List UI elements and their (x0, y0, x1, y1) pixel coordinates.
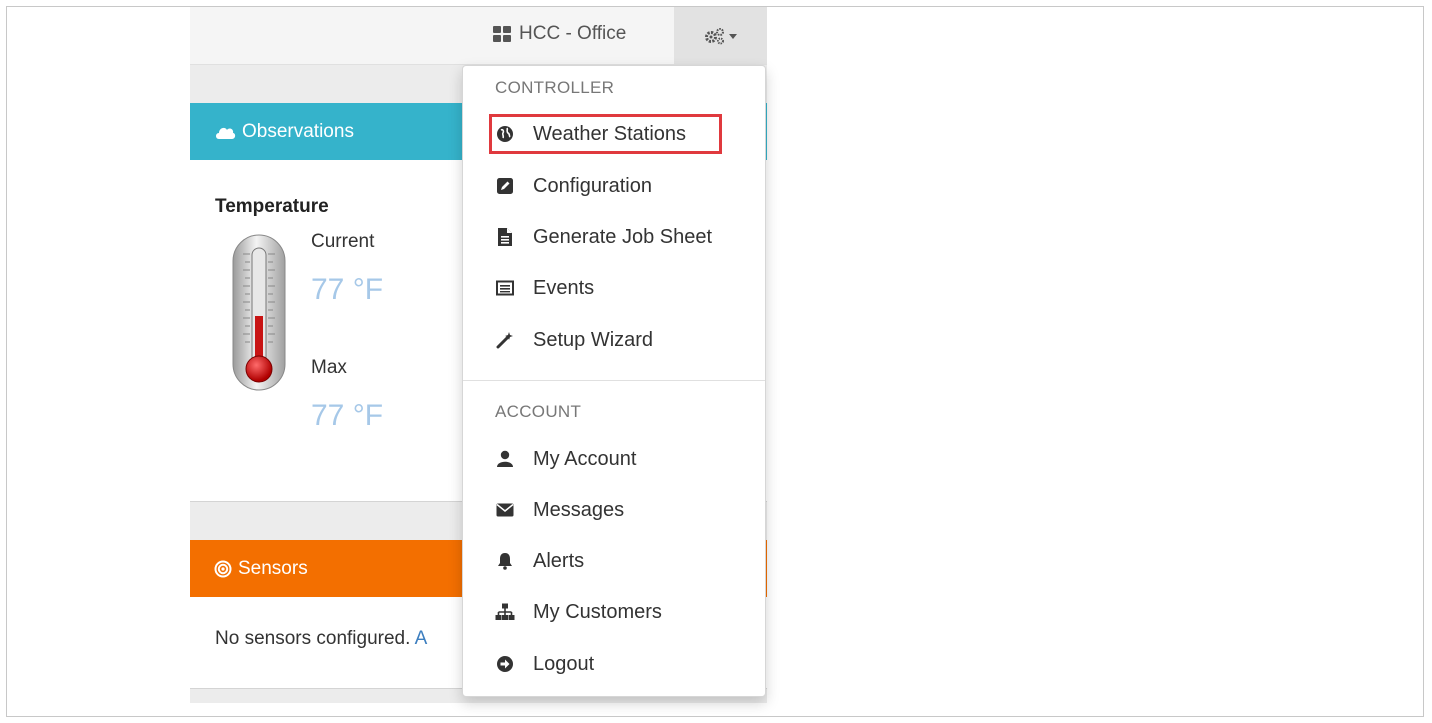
user-icon (494, 448, 516, 470)
menu-item-label: Setup Wizard (533, 328, 654, 351)
sensors-empty-text: No sensors configured. (215, 628, 411, 649)
menu-divider (463, 380, 765, 381)
menu-item-label: Events (533, 276, 595, 299)
bell-icon (494, 550, 516, 572)
file-icon (494, 226, 516, 248)
current-temp-label: Current (311, 231, 375, 252)
menu-item-setup-wizard[interactable]: Setup Wizard (463, 320, 765, 360)
menu-item-messages[interactable]: Messages (463, 490, 765, 530)
highlight-annotation (489, 114, 722, 154)
controller-section-header: CONTROLLER (495, 78, 615, 97)
current-temp-value: 77 °F (311, 273, 384, 306)
menu-item-label: Alerts (533, 549, 585, 572)
settings-dropdown-toggle[interactable] (674, 7, 767, 64)
menu-item-my-customers[interactable]: My Customers (463, 592, 765, 632)
cloud-icon (216, 127, 236, 139)
logout-icon (494, 653, 516, 675)
menu-item-alerts[interactable]: Alerts (463, 541, 765, 581)
list-icon (494, 277, 516, 299)
sitemap-icon (494, 601, 516, 623)
target-icon (214, 560, 232, 577)
account-section-header: ACCOUNT (495, 402, 582, 421)
add-sensor-link[interactable]: A (415, 628, 428, 649)
grid-icon (493, 26, 511, 42)
location-label: HCC - Office (519, 23, 627, 44)
menu-item-label: Generate Job Sheet (533, 225, 713, 248)
menu-item-label: Messages (533, 498, 625, 521)
caret-down-icon (728, 33, 737, 39)
gears-icon (704, 27, 724, 44)
settings-dropdown-menu: CONTROLLER Weather Stations Configuratio… (462, 65, 766, 697)
sensors-title: Sensors (238, 557, 308, 579)
location-selector[interactable]: HCC - Office (493, 20, 626, 48)
edit-icon (494, 175, 516, 197)
envelope-icon (494, 499, 516, 521)
thermometer-icon (232, 234, 286, 391)
sensors-empty-message: No sensors configured. A (215, 628, 427, 650)
menu-item-events[interactable]: Events (463, 268, 765, 308)
max-temp-label: Max (311, 357, 347, 378)
menu-item-configuration[interactable]: Configuration (463, 166, 765, 206)
wand-icon (494, 329, 516, 351)
observations-title: Observations (242, 120, 354, 142)
menu-item-generate-job-sheet[interactable]: Generate Job Sheet (463, 217, 765, 257)
menu-item-my-account[interactable]: My Account (463, 439, 765, 479)
menu-item-label: My Account (533, 447, 637, 470)
menu-item-label: Logout (533, 652, 595, 675)
menu-item-logout[interactable]: Logout (463, 644, 765, 684)
temperature-heading: Temperature (215, 196, 329, 217)
top-navbar: HCC - Office (190, 7, 767, 65)
menu-item-label: Configuration (533, 174, 652, 197)
max-temp-value: 77 °F (311, 399, 384, 432)
menu-item-label: My Customers (533, 600, 662, 623)
